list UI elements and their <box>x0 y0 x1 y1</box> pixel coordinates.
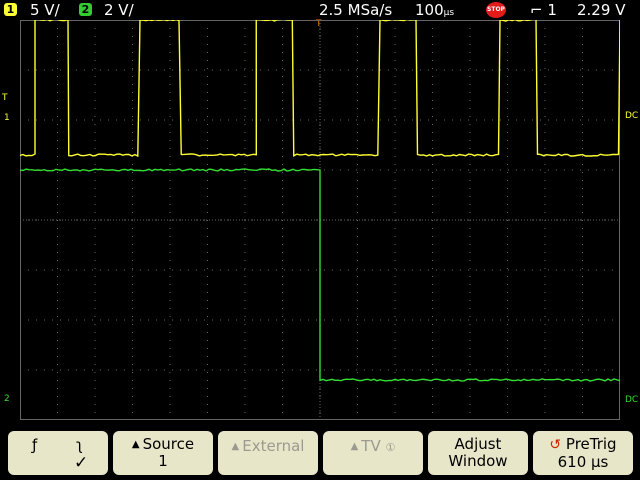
ch2-scale[interactable]: 2 V/ <box>104 1 134 19</box>
tv-label: TV <box>361 437 380 455</box>
sample-rate: 2.5 MSa/s <box>319 1 392 19</box>
timebase[interactable]: 100µs <box>415 1 454 22</box>
adjust-line1: Adjust <box>428 436 528 453</box>
trigger-level[interactable]: 2.29 V <box>577 1 625 19</box>
waveform-display[interactable] <box>20 20 620 420</box>
ch1-trace <box>20 20 620 156</box>
source-value: 1 <box>113 453 213 470</box>
ch2-ground-marker[interactable]: 2 <box>4 394 10 404</box>
rising-edge-icon: ƒ <box>32 437 37 454</box>
trigger-level-unit: V <box>615 1 625 19</box>
ch1-coupling-dc: DC <box>625 111 638 121</box>
triangle-up-icon: ▲ <box>132 439 140 450</box>
trigger-source[interactable]: ⌐ 1 <box>530 1 557 19</box>
slope-softkey[interactable]: ƒ ʅ ✓ <box>8 431 108 475</box>
triangle-up-icon: ▲ <box>232 441 240 452</box>
pretrig-label: PreTrig <box>566 435 617 453</box>
adjust-line2: Window <box>428 453 528 470</box>
trigger-level-value: 2.29 <box>577 1 610 19</box>
external-softkey[interactable]: ▲ External <box>218 431 318 475</box>
slope-check-icon: ✓ <box>74 455 88 472</box>
softkey-bar: ƒ ʅ ✓ ▲ Source 1 ▲ External ▲ TV ① Adjust W… <box>0 426 640 480</box>
source-label: Source <box>143 435 195 453</box>
pretrig-value: 610 µs <box>533 454 633 471</box>
pretrig-softkey[interactable]: ↺ PreTrig 610 µs <box>533 431 633 475</box>
falling-edge-icon: ʅ <box>76 437 83 454</box>
ch1-ground-marker[interactable]: 1 <box>4 113 10 123</box>
stop-icon[interactable]: STOP <box>486 2 506 18</box>
falling-edge-icon: ⌐ <box>530 1 543 19</box>
external-label: External <box>242 437 304 455</box>
ch2-badge[interactable]: 2 <box>79 3 92 16</box>
timebase-value: 100 <box>415 1 444 19</box>
ch2-coupling-dc: DC <box>625 395 638 405</box>
ch1-scale[interactable]: 5 V/ <box>30 1 60 19</box>
timebase-unit: µs <box>444 8 454 18</box>
tv-channel-icon: ① <box>386 441 396 454</box>
source-softkey[interactable]: ▲ Source 1 <box>113 431 213 475</box>
triangle-up-icon: ▲ <box>351 441 359 452</box>
tv-softkey[interactable]: ▲ TV ① <box>323 431 423 475</box>
adjust-window-softkey[interactable]: Adjust Window <box>428 431 528 475</box>
ch1-badge[interactable]: 1 <box>4 3 17 16</box>
status-bar: 1 5 V/ 2 2 V/ 2.5 MSa/s 100µs STOP ⌐ 1 2… <box>0 0 640 20</box>
trigger-level-marker[interactable]: T <box>2 93 8 103</box>
ch2-trace <box>20 169 620 381</box>
rotary-knob-icon: ↺ <box>549 437 561 453</box>
trigger-source-value: 1 <box>547 1 557 19</box>
